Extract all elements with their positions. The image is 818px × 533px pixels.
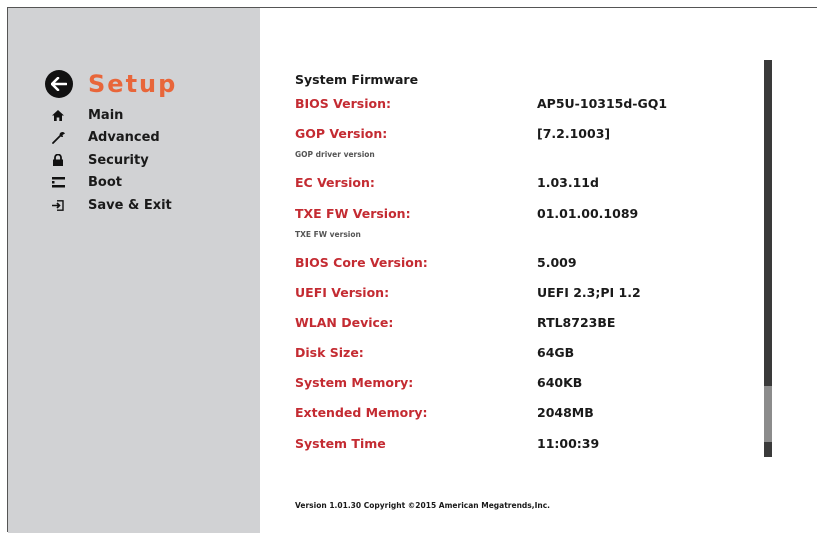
setup-header: Setup	[45, 66, 177, 102]
row-value: 1.03.11d	[537, 175, 599, 190]
row-value: 2048MB	[537, 405, 594, 420]
row-label: TXE FW Version:	[295, 206, 411, 221]
copyright-footer: Version 1.01.30 Copyright ©2015 American…	[295, 501, 551, 510]
row-label: UEFI Version:	[295, 285, 390, 300]
setup-title: Setup	[88, 70, 178, 98]
info-row-system-time[interactable]: System Time 11:00:39	[295, 436, 725, 456]
row-value: 5.009	[537, 255, 577, 270]
row-value: RTL8723BE	[537, 315, 616, 330]
row-label: GOP Version:	[295, 126, 388, 141]
boot-drive-icon	[52, 176, 72, 190]
info-row-extended-memory[interactable]: Extended Memory: 2048MB	[295, 405, 725, 425]
section-title: System Firmware	[295, 72, 419, 87]
scrollbar[interactable]	[764, 60, 772, 457]
row-value: 640KB	[537, 375, 583, 390]
nav-item-label: Advanced	[88, 130, 160, 146]
main-panel: System Firmware BIOS Version: AP5U-10315…	[260, 8, 818, 533]
wrench-icon	[52, 131, 72, 145]
nav-item-save-exit[interactable]: Save & Exit	[52, 194, 172, 217]
sidebar: Setup Main Advanced Security Boot Save &…	[8, 8, 260, 533]
nav-item-label: Security	[88, 152, 149, 168]
row-help-text: TXE FW version	[295, 230, 361, 239]
row-value: [7.2.1003]	[537, 126, 611, 141]
info-row-wlan-device[interactable]: WLAN Device: RTL8723BE	[295, 315, 725, 335]
nav-item-security[interactable]: Security	[52, 149, 172, 172]
row-value: 64GB	[537, 345, 575, 360]
row-label: WLAN Device:	[295, 315, 394, 330]
nav-item-label: Save & Exit	[88, 197, 172, 213]
nav-item-label: Main	[88, 107, 124, 123]
nav-item-boot[interactable]: Boot	[52, 172, 172, 195]
info-row-ec-version[interactable]: EC Version: 1.03.11d	[295, 175, 725, 195]
info-row-bios-core-version[interactable]: BIOS Core Version: 5.009	[295, 255, 725, 275]
exit-icon	[52, 198, 72, 212]
info-row-gop-version[interactable]: GOP Version: [7.2.1003] GOP driver versi…	[295, 126, 725, 159]
nav-item-main[interactable]: Main	[52, 104, 172, 127]
row-label: System Time	[295, 436, 386, 451]
row-label: EC Version:	[295, 175, 375, 190]
row-help-text: GOP driver version	[295, 150, 375, 159]
lock-icon	[52, 153, 72, 167]
nav-menu: Main Advanced Security Boot Save & Exit	[52, 104, 172, 217]
row-value: 01.01.00.1089	[537, 206, 639, 221]
scrollbar-thumb[interactable]	[764, 386, 772, 442]
nav-item-label: Boot	[88, 175, 122, 191]
row-label: Extended Memory:	[295, 405, 428, 420]
info-row-bios-version[interactable]: BIOS Version: AP5U-10315d-GQ1	[295, 96, 725, 116]
info-row-txe-fw-version[interactable]: TXE FW Version: 01.01.00.1089 TXE FW ver…	[295, 206, 725, 239]
info-row-disk-size[interactable]: Disk Size: 64GB	[295, 345, 725, 365]
row-label: Disk Size:	[295, 345, 364, 360]
info-row-system-memory[interactable]: System Memory: 640KB	[295, 375, 725, 395]
nav-item-advanced[interactable]: Advanced	[52, 127, 172, 150]
home-icon	[52, 108, 72, 122]
row-label: BIOS Version:	[295, 96, 392, 111]
row-value: 11:00:39	[537, 436, 600, 451]
row-label: BIOS Core Version:	[295, 255, 428, 270]
back-arrow-icon[interactable]	[45, 70, 73, 98]
info-row-uefi-version[interactable]: UEFI Version: UEFI 2.3;PI 1.2	[295, 285, 725, 305]
row-value: AP5U-10315d-GQ1	[537, 96, 668, 111]
row-label: System Memory:	[295, 375, 414, 390]
row-value: UEFI 2.3;PI 1.2	[537, 285, 641, 300]
